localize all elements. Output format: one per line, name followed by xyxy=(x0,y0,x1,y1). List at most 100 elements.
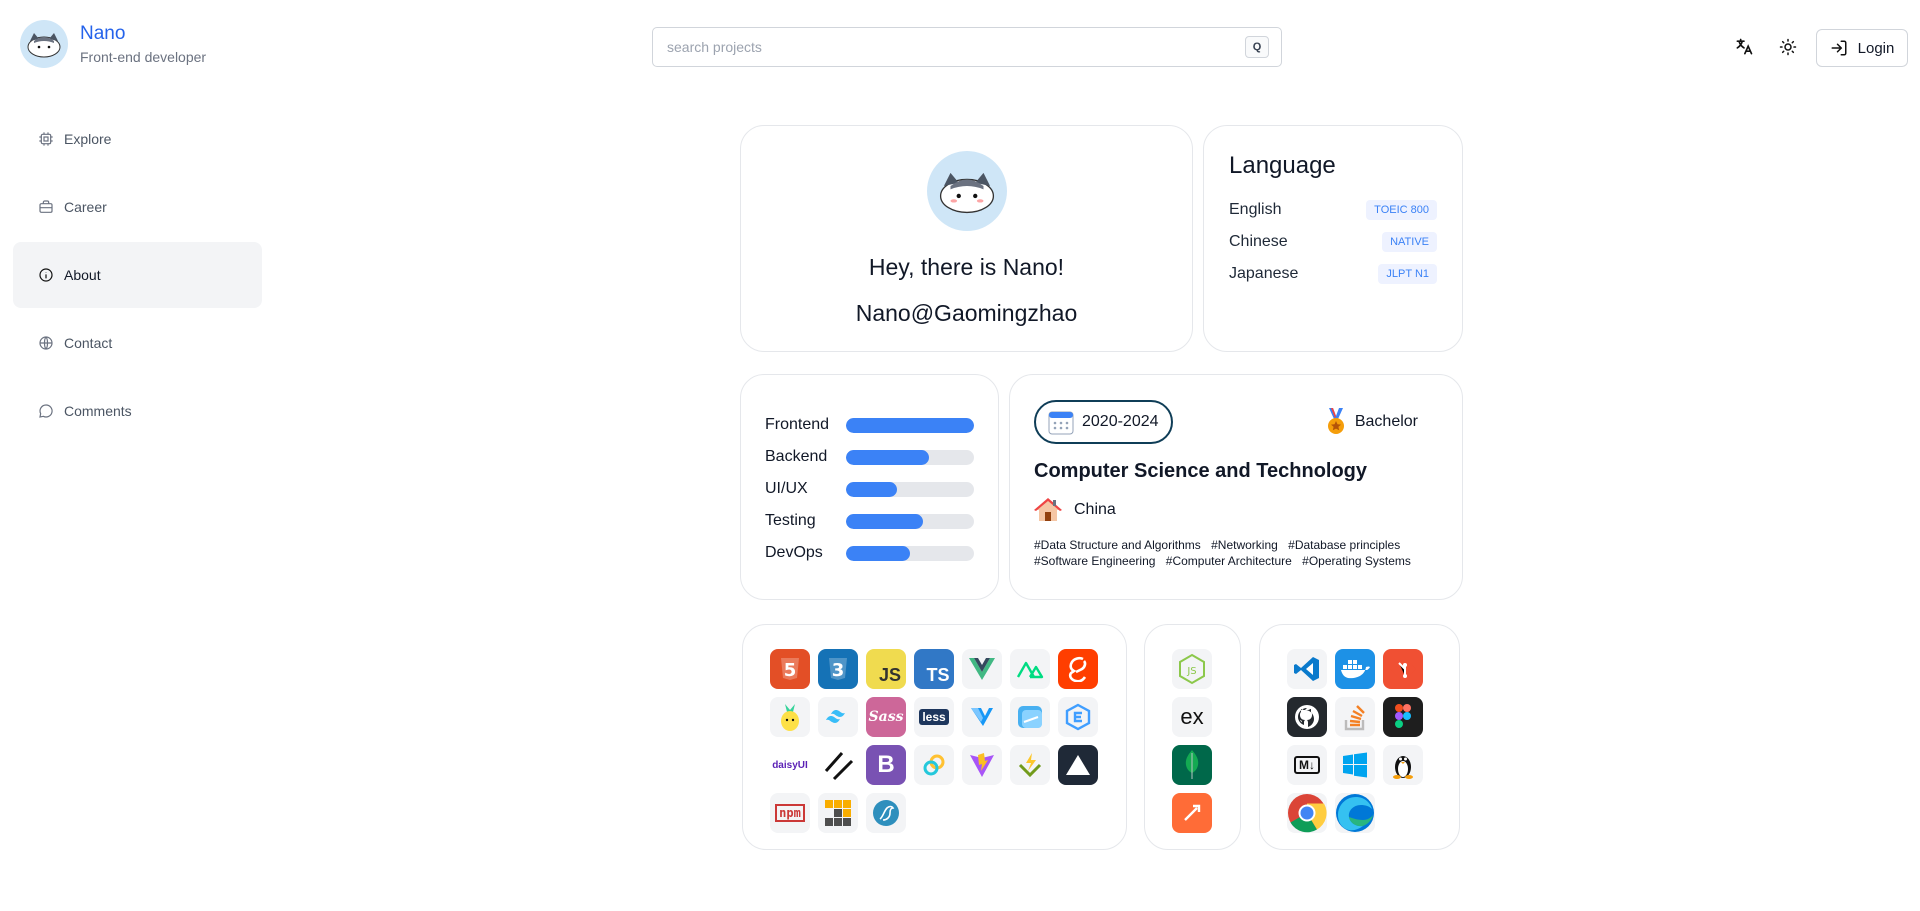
frontend-tech-card: 5 3 JS TS Sass less daisyUI B npm xyxy=(742,624,1127,850)
course-tag: #Operating Systems xyxy=(1302,554,1411,568)
skill-name: DevOps xyxy=(765,544,823,561)
element-plus-icon xyxy=(1058,697,1098,737)
profile-handle: Nano@Gaomingzhao xyxy=(855,300,1078,326)
skill-name: UI/UX xyxy=(765,480,808,497)
html5-icon: 5 xyxy=(770,649,810,689)
windicss-icon xyxy=(1010,697,1050,737)
list-item: English TOEIC 800 xyxy=(1229,194,1437,226)
sidebar-item-career[interactable]: Career xyxy=(13,174,262,240)
search-input[interactable] xyxy=(667,39,1245,55)
sidebar-item-comments[interactable]: Comments xyxy=(13,378,262,444)
docker-icon xyxy=(1335,649,1375,689)
list-item: Chinese NATIVE xyxy=(1229,226,1437,258)
language-level-badge: NATIVE xyxy=(1382,232,1437,252)
profile-greeting: Hey, there is Nano! xyxy=(868,254,1065,280)
sidebar-item-label: Explore xyxy=(64,131,112,147)
translate-icon[interactable] xyxy=(1732,35,1756,59)
github-icon xyxy=(1287,697,1327,737)
sidebar-nav: Explore Career About Contact Comments xyxy=(13,106,262,446)
house-icon xyxy=(1034,498,1062,521)
sidebar-item-label: Comments xyxy=(64,403,132,419)
edge-icon xyxy=(1335,793,1375,833)
language-level-badge: TOEIC 800 xyxy=(1366,200,1437,220)
backend-tech-card: JS ex xyxy=(1144,624,1241,850)
search-shortcut-key: Q xyxy=(1245,36,1269,58)
education-location-label: China xyxy=(1074,501,1116,518)
calendar-icon xyxy=(1048,411,1074,435)
language-level-badge: JLPT N1 xyxy=(1378,264,1437,284)
education-location: China xyxy=(1034,497,1438,523)
brand-name[interactable]: Nano xyxy=(80,23,206,45)
skill-bar xyxy=(846,417,974,433)
tauri-icon xyxy=(914,745,954,785)
pinia-icon xyxy=(770,697,810,737)
skill-bar xyxy=(846,513,974,529)
npm-icon: npm xyxy=(770,793,810,833)
avatar xyxy=(20,20,68,68)
daisyui-icon: daisyUI xyxy=(770,745,810,785)
sidebar-item-explore[interactable]: Explore xyxy=(13,106,262,172)
linux-icon xyxy=(1383,745,1423,785)
vitest-icon xyxy=(1010,745,1050,785)
education-major: Computer Science and Technology xyxy=(1034,460,1368,482)
skill-bar-fill xyxy=(846,449,930,465)
less-icon: less xyxy=(914,697,954,737)
language-card: Language English TOEIC 800 Chinese NATIV… xyxy=(1203,125,1463,352)
nodejs-icon: JS xyxy=(1172,649,1212,689)
profile-card: Hey, there is Nano! Nano@Gaomingzhao xyxy=(740,125,1193,352)
list-item: Japanese JLPT N1 xyxy=(1229,258,1437,290)
vuetify-icon xyxy=(962,697,1002,737)
login-label: Login xyxy=(1857,39,1895,57)
education-years-label: 2020-2024 xyxy=(1082,413,1159,430)
pnpm-icon xyxy=(818,793,858,833)
avatar xyxy=(926,151,1007,231)
login-icon xyxy=(1831,40,1847,56)
skill-name: Testing xyxy=(765,512,816,529)
sidebar-item-contact[interactable]: Contact xyxy=(13,310,262,376)
skills-card: Frontend Backend UI/UX Testing DevOps xyxy=(740,374,999,600)
bootstrap-icon: B xyxy=(866,745,906,785)
brand[interactable]: Nano Front-end developer xyxy=(20,20,206,68)
education-years: 2020-2024 xyxy=(1034,400,1173,444)
skill-row: Backend xyxy=(765,441,974,473)
typescript-icon: TS xyxy=(914,649,954,689)
cpu-icon xyxy=(38,131,54,147)
login-button[interactable]: Login xyxy=(1816,29,1908,67)
skill-bar xyxy=(846,481,974,497)
sidebar-item-label: Career xyxy=(64,199,107,215)
course-tag: #Software Engineering xyxy=(1034,554,1156,568)
postman-icon xyxy=(1172,793,1212,833)
sidebar-item-label: Contact xyxy=(64,335,113,351)
course-tags: #Data Structure and Algorithms #Networki… xyxy=(1034,537,1434,569)
skill-bar-fill xyxy=(846,481,898,497)
git-icon xyxy=(1383,649,1423,689)
skill-name: Frontend xyxy=(765,416,830,433)
mongodb-icon xyxy=(1172,745,1212,785)
vue-icon xyxy=(962,649,1002,689)
windows-icon xyxy=(1335,745,1375,785)
brand-subtitle: Front-end developer xyxy=(80,49,207,65)
info-icon xyxy=(38,267,54,283)
vite-icon xyxy=(962,745,1002,785)
sidebar-item-about[interactable]: About xyxy=(13,242,262,308)
vscode-icon xyxy=(1287,649,1327,689)
skill-bar-fill xyxy=(846,513,923,529)
language-name: Japanese xyxy=(1229,265,1299,282)
vercel-icon xyxy=(1058,745,1098,785)
nuxt-icon xyxy=(1010,649,1050,689)
skill-bar-fill xyxy=(846,417,974,433)
language-name: Chinese xyxy=(1229,233,1288,250)
shadcn-icon xyxy=(818,745,858,785)
svg-text:JS: JS xyxy=(1186,666,1196,677)
language-name: English xyxy=(1229,201,1282,218)
svg-text:5: 5 xyxy=(784,660,797,681)
education-card: 2020-2024 Bachelor Computer Science and … xyxy=(1009,374,1463,600)
sun-icon[interactable] xyxy=(1776,35,1800,59)
skill-row: UI/UX xyxy=(765,473,974,505)
language-title: Language xyxy=(1229,152,1336,179)
course-tag: #Computer Architecture xyxy=(1165,554,1292,568)
skill-row: Frontend xyxy=(765,409,974,441)
figma-icon xyxy=(1383,697,1423,737)
search-bar[interactable]: Q xyxy=(652,27,1282,67)
skill-name: Backend xyxy=(765,448,828,465)
